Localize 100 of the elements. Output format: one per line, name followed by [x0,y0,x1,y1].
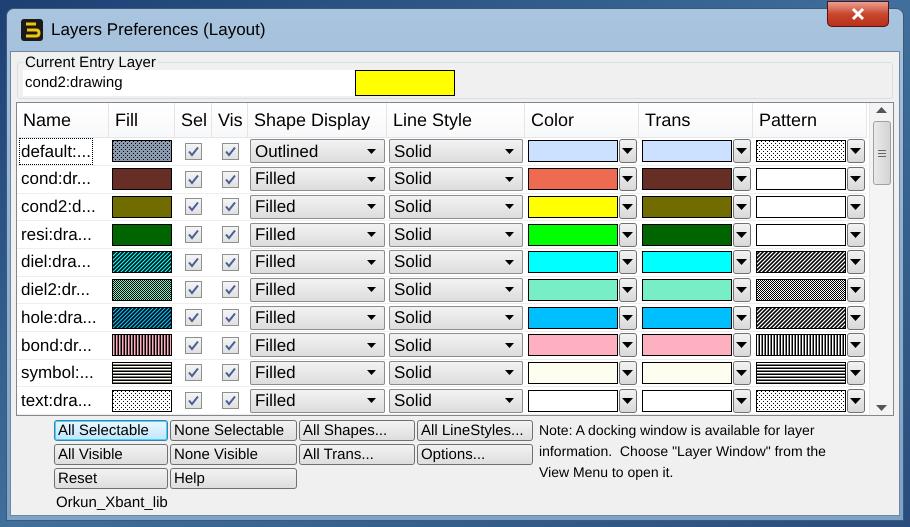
dropdown-button[interactable] [618,250,636,274]
checkbox[interactable] [222,142,238,160]
column-header[interactable]: Vis [212,103,248,138]
line-style-dropdown[interactable]: Solid [389,360,523,385]
layer-name[interactable]: text:dra... [19,386,94,414]
action-button[interactable]: None Selectable [170,420,297,441]
dropdown-button[interactable] [732,278,750,302]
line-style-dropdown[interactable]: Solid [389,139,523,164]
checkbox[interactable] [185,392,202,410]
action-button[interactable]: All Shapes... [299,420,415,441]
shape-dropdown[interactable]: Filled [250,278,385,302]
layer-name[interactable]: default:... [19,138,93,166]
dropdown-button[interactable] [732,139,750,164]
shape-dropdown[interactable]: Outlined [250,139,385,164]
shape-dropdown[interactable]: Filled [250,194,385,219]
column-header[interactable]: Fill [109,103,175,138]
line-style-dropdown[interactable]: Solid [389,278,523,302]
column-header[interactable]: Pattern [753,103,867,138]
dropdown-button[interactable] [846,333,864,358]
checkbox[interactable] [222,170,238,188]
dropdown-button[interactable] [618,139,636,164]
checkbox[interactable] [185,309,202,326]
shape-dropdown[interactable]: Filled [250,250,385,274]
layer-name[interactable]: resi:dra... [19,220,94,248]
checkbox[interactable] [222,281,238,298]
action-button[interactable]: Options... [417,444,533,465]
dropdown-button[interactable] [618,388,636,413]
dropdown-button[interactable] [618,194,636,219]
line-style-dropdown[interactable]: Solid [389,306,523,330]
column-header[interactable]: Color [525,103,639,138]
layer-name[interactable]: diel:dra... [19,248,93,276]
dropdown-button[interactable] [846,306,864,330]
dropdown-button[interactable] [732,194,750,219]
checkbox[interactable] [185,142,202,160]
column-header[interactable]: Trans [639,103,753,138]
dropdown-button[interactable] [618,360,636,385]
column-header[interactable]: Line Style [387,103,525,138]
dropdown-button[interactable] [846,360,864,385]
layer-name[interactable]: symbol:... [19,359,96,387]
dropdown-button[interactable] [846,222,864,247]
dropdown-button[interactable] [846,167,864,192]
checkbox[interactable] [185,364,202,382]
dropdown-button[interactable] [618,333,636,358]
column-header[interactable]: Sel [175,103,212,138]
scrollbar[interactable] [869,103,893,415]
action-button[interactable]: Help [170,468,297,489]
checkbox[interactable] [185,336,202,354]
dropdown-button[interactable] [846,139,864,164]
column-header[interactable]: Name [17,103,109,138]
action-button[interactable]: All LineStyles... [417,420,533,441]
shape-dropdown[interactable]: Filled [250,222,385,247]
layer-name[interactable]: hole:dra... [19,304,99,332]
scroll-thumb[interactable] [872,121,890,185]
action-button[interactable]: All Trans... [299,444,415,465]
line-style-dropdown[interactable]: Solid [389,194,523,219]
shape-dropdown[interactable]: Filled [250,306,385,330]
checkbox[interactable] [185,226,202,244]
line-style-dropdown[interactable]: Solid [389,333,523,358]
close-button[interactable] [827,1,889,27]
column-header[interactable]: Shape Display [248,103,387,138]
checkbox[interactable] [222,336,238,354]
checkbox[interactable] [185,254,202,271]
dropdown-button[interactable] [732,250,750,274]
checkbox[interactable] [222,198,238,216]
dropdown-button[interactable] [618,306,636,330]
action-button[interactable]: All Selectable [54,420,168,441]
checkbox[interactable] [222,254,238,271]
checkbox[interactable] [222,364,238,382]
shape-dropdown[interactable]: Filled [250,333,385,358]
dropdown-button[interactable] [618,222,636,247]
action-button[interactable]: None Visible [170,444,297,465]
dropdown-button[interactable] [846,194,864,219]
layer-name[interactable]: cond2:d... [19,193,98,221]
scroll-down-icon[interactable] [876,405,887,411]
layer-name[interactable]: diel2:dr... [19,276,92,304]
line-style-dropdown[interactable]: Solid [389,222,523,247]
dropdown-button[interactable] [846,250,864,274]
line-style-dropdown[interactable]: Solid [389,167,523,192]
dropdown-button[interactable] [732,333,750,358]
layer-field[interactable]: cond2:drawing [23,70,355,96]
dropdown-button[interactable] [732,360,750,385]
dropdown-button[interactable] [732,388,750,413]
shape-dropdown[interactable]: Filled [250,388,385,413]
shape-dropdown[interactable]: Filled [250,167,385,192]
line-style-dropdown[interactable]: Solid [389,250,523,274]
dropdown-button[interactable] [618,167,636,192]
checkbox[interactable] [222,309,238,326]
checkbox[interactable] [185,198,202,216]
line-style-dropdown[interactable]: Solid [389,388,523,413]
dropdown-button[interactable] [732,306,750,330]
dropdown-button[interactable] [846,278,864,302]
shape-dropdown[interactable]: Filled [250,360,385,385]
checkbox[interactable] [185,281,202,298]
action-button[interactable]: All Visible [54,444,168,465]
layer-name[interactable]: bond:dr... [19,332,94,360]
dropdown-button[interactable] [732,167,750,192]
scroll-up-icon[interactable] [876,107,887,113]
layer-name[interactable]: cond:dr... [19,165,93,193]
dropdown-button[interactable] [618,278,636,302]
dropdown-button[interactable] [732,222,750,247]
